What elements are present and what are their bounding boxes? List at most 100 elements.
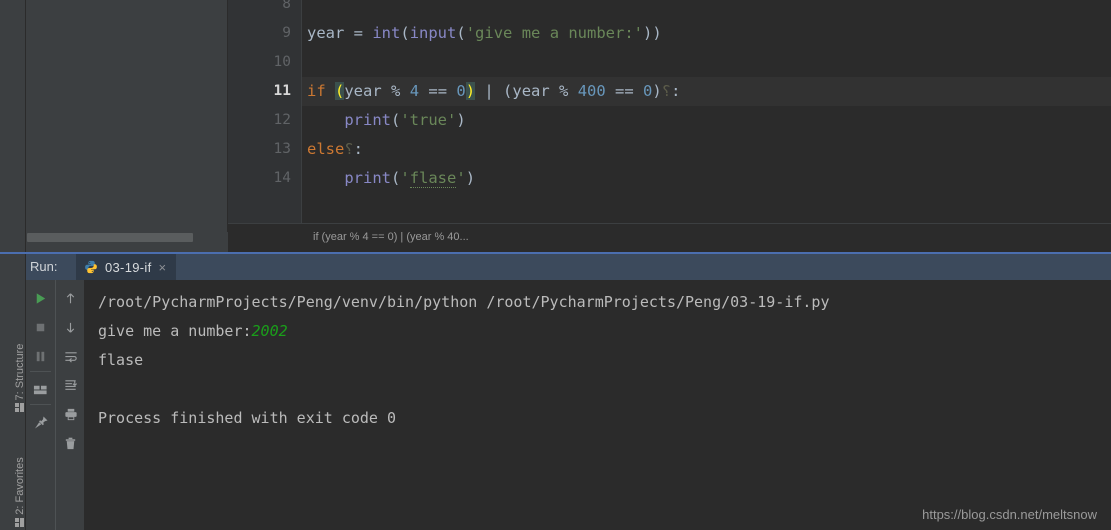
code-token: year [512, 82, 560, 100]
code-line[interactable]: if (year % 4 == 0) | (year % 400 == 0)⸮: [302, 77, 1111, 106]
line-number: 8 [282, 0, 291, 12]
sidebar-structure-label: 7: Structure [14, 343, 26, 401]
code-token: | ( [475, 82, 513, 100]
code-token: 'true' [400, 111, 457, 129]
project-scrollbar-thumb[interactable] [27, 233, 193, 242]
code-token: 0 [643, 82, 653, 100]
console-user-input: 2002 [251, 322, 288, 340]
pin-icon[interactable] [26, 408, 55, 437]
sidebar-item-structure[interactable]: 7: Structure [14, 318, 26, 438]
code-line[interactable]: else⸮: [302, 135, 1111, 164]
console-output[interactable]: /root/PycharmProjects/Peng/venv/bin/pyth… [84, 280, 1111, 530]
code-line[interactable]: print('true') [302, 106, 1111, 135]
code-token: ( [391, 169, 401, 187]
console-exit-message: Process finished with exit code 0 [98, 409, 397, 427]
stop-icon[interactable] [26, 313, 55, 342]
watermark: https://blog.csdn.net/meltsnow [922, 507, 1097, 522]
sidebar-favorites-label: 2: Favorites [14, 457, 26, 515]
code-token: : [353, 140, 364, 158]
run-tool-window: 7: Structure 2: Favorites Run: 03-19-if … [0, 254, 1111, 530]
console-command-line: /root/PycharmProjects/Peng/venv/bin/pyth… [98, 293, 830, 311]
left-tool-strip-bottom: 7: Structure 2: Favorites [0, 254, 26, 530]
line-number: 9 [282, 25, 291, 41]
breadcrumb[interactable]: if (year % 4 == 0) | (year % 40... [313, 231, 469, 243]
code-token: ) [465, 82, 476, 100]
code-token: ) [456, 111, 466, 129]
code-editor[interactable]: 8 9 10 11 12 13 14 year = int(input('give me a… [228, 0, 1111, 252]
toolbar-separator [30, 404, 51, 405]
arrow-up-icon[interactable] [56, 284, 85, 313]
code-token: ( [335, 82, 345, 100]
sidebar-item-favorites[interactable]: 2: Favorites [14, 432, 26, 530]
code-token: year [344, 82, 392, 100]
project-horizontal-scrollbar[interactable] [26, 232, 228, 243]
code-token: ( [456, 24, 466, 42]
code-line[interactable]: year = int(input('give me a number:')) [302, 19, 1111, 48]
code-token: )) [643, 24, 662, 42]
code-line[interactable] [302, 48, 1111, 77]
layout-icon[interactable] [26, 375, 55, 404]
structure-icon [15, 403, 24, 413]
run-icon[interactable] [26, 284, 55, 313]
console-prompt-text: give me a number: [98, 322, 252, 340]
editor-code-area[interactable]: year = int(input('give me a number:')) if… [302, 0, 1111, 223]
run-label: Run: [30, 259, 58, 274]
scroll-to-end-icon[interactable] [56, 371, 85, 400]
code-token: input [409, 24, 457, 42]
project-tool-window[interactable] [26, 0, 228, 252]
code-token: print [344, 111, 391, 129]
run-tab-03-19-if[interactable]: 03-19-if × [76, 254, 177, 280]
code-token: ( [400, 24, 410, 42]
code-token: else [307, 140, 345, 158]
editor-gutter[interactable]: 8 9 10 11 12 13 14 [228, 0, 302, 223]
code-token: 4 [409, 82, 429, 100]
trash-icon[interactable] [56, 429, 85, 458]
code-token: print [344, 169, 391, 187]
code-token: ' [456, 169, 466, 187]
code-token: 0 [456, 82, 466, 100]
code-token: % [391, 82, 410, 100]
line-number: 12 [273, 112, 291, 128]
code-token: ) [465, 169, 476, 187]
arrow-down-icon[interactable] [56, 313, 85, 342]
toolbar-separator [30, 371, 51, 372]
code-line[interactable] [302, 0, 1111, 19]
line-number: 11 [273, 83, 291, 99]
line-number: 10 [273, 54, 291, 70]
editor-region: 8 9 10 11 12 13 14 year = int(input('give me a… [0, 0, 1111, 252]
project-panel-footer [26, 243, 228, 252]
code-token: if [307, 82, 335, 100]
code-token: ⸮ [344, 140, 354, 158]
console-toolbar [26, 280, 84, 530]
code-token: == [428, 82, 457, 100]
console-prompt-line: give me a number:2002 [98, 317, 1111, 346]
code-token: ⸮ [661, 82, 672, 100]
run-tab-bar: Run: 03-19-if × [26, 254, 1111, 280]
pause-icon[interactable] [26, 342, 55, 371]
breadcrumb-bar: if (year % 4 == 0) | (year % 40... [228, 223, 1111, 252]
print-icon[interactable] [56, 400, 85, 429]
console-program-output: flase [98, 351, 144, 369]
code-token: 'give me a number:' [465, 24, 644, 42]
code-token: ' [400, 169, 410, 187]
code-token: ( [391, 111, 401, 129]
console-toolbar-right-column [55, 280, 84, 530]
run-tab-label: 03-19-if [105, 259, 152, 275]
code-token: int [372, 24, 401, 42]
code-token: ) [652, 82, 662, 100]
line-number: 14 [273, 170, 291, 186]
close-icon[interactable]: × [158, 261, 166, 274]
code-token: = [353, 24, 373, 42]
python-file-icon [84, 260, 98, 274]
code-token: % [559, 82, 578, 100]
code-token: 400 [577, 82, 616, 100]
line-number: 13 [273, 141, 291, 157]
favorites-icon [15, 517, 24, 527]
soft-wrap-icon[interactable] [56, 342, 85, 371]
code-line[interactable]: print('flase') [302, 164, 1111, 193]
code-token: year [307, 24, 354, 42]
left-tool-strip-top [0, 0, 26, 252]
